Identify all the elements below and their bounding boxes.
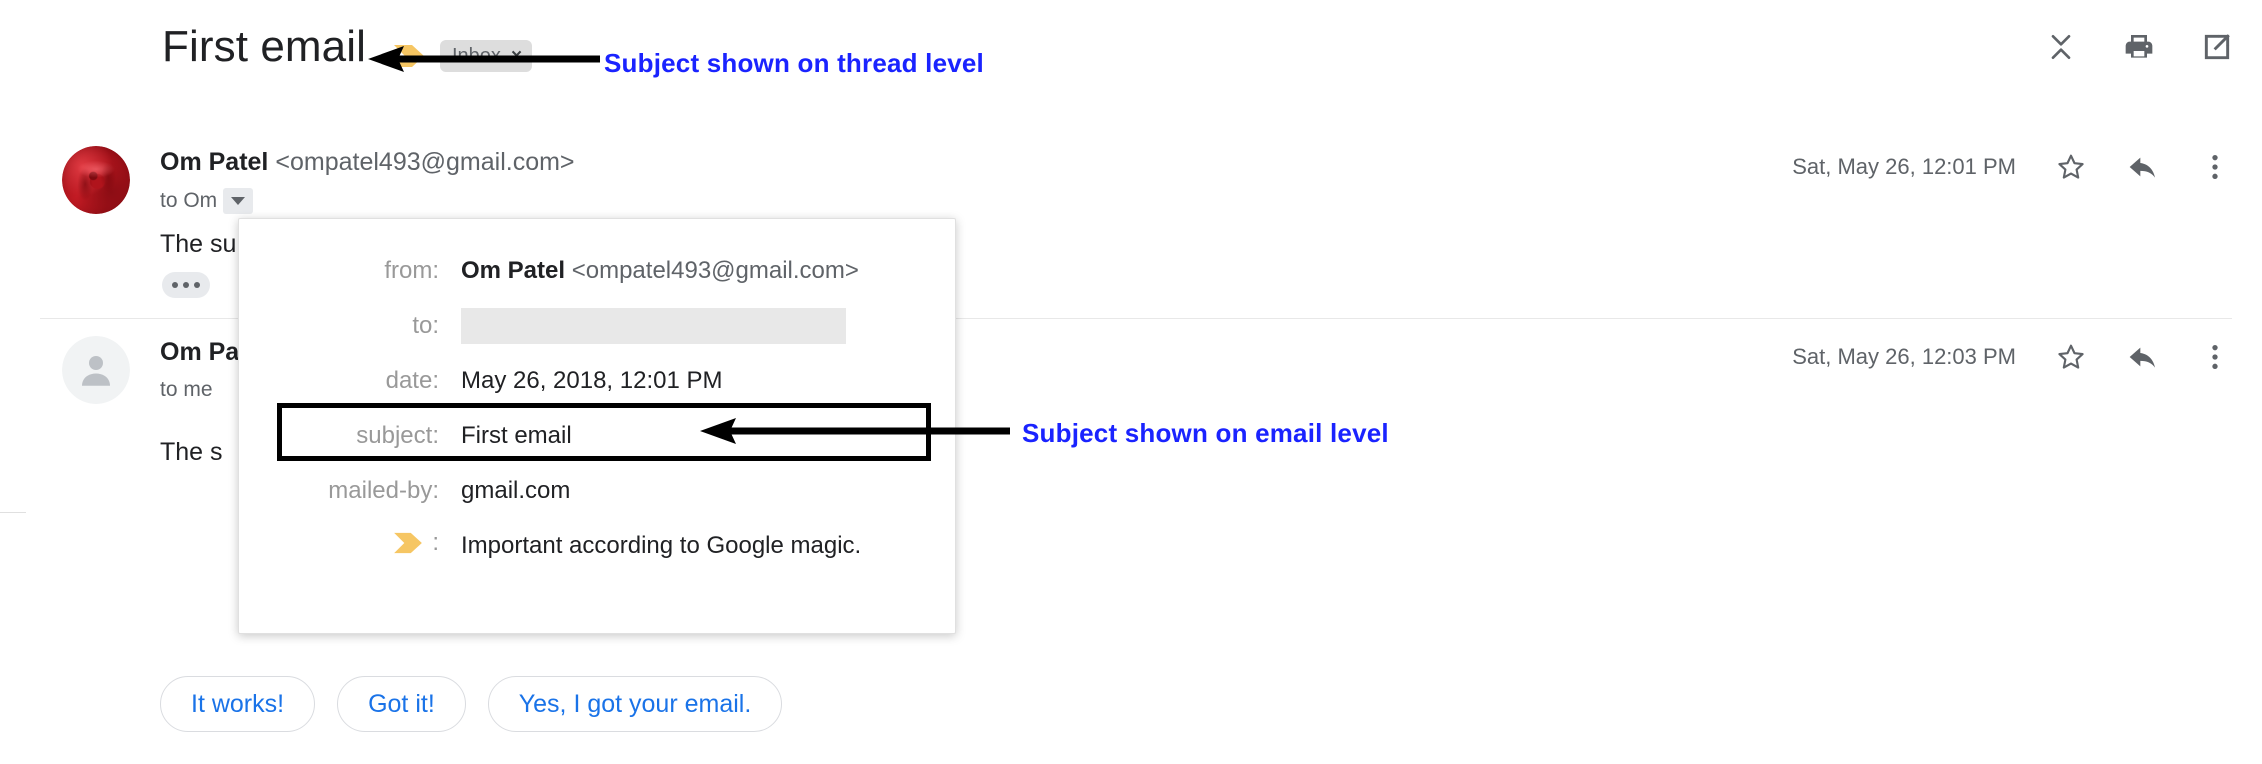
star-icon[interactable] bbox=[2054, 150, 2088, 184]
thread-toolbar bbox=[2044, 30, 2234, 64]
reply-icon[interactable] bbox=[2126, 340, 2160, 374]
smart-reply-bar: It works! Got it! Yes, I got your email. bbox=[160, 676, 783, 732]
sender-email: <ompatel493@gmail.com> bbox=[275, 148, 575, 176]
print-all-icon[interactable] bbox=[2122, 30, 2156, 64]
details-label: : bbox=[239, 518, 461, 573]
rose-avatar bbox=[62, 146, 130, 214]
recipient-label: to Om bbox=[160, 189, 218, 212]
details-value: May 26, 2018, 12:01 PM bbox=[461, 366, 723, 394]
details-row-date: date: May 26, 2018, 12:01 PM bbox=[239, 353, 955, 408]
dot bbox=[194, 282, 200, 288]
details-label: from: bbox=[384, 256, 439, 284]
details-value: Om Patel <ompatel493@gmail.com> bbox=[461, 243, 955, 298]
avatar bbox=[62, 146, 130, 214]
details-row-mailed-by: mailed-by: gmail.com bbox=[239, 463, 955, 518]
thread-header: First email Inbox × bbox=[0, 0, 2262, 96]
left-edge-divider bbox=[0, 512, 26, 513]
annotation-label-thread: Subject shown on thread level bbox=[604, 48, 984, 78]
details-row-importance: : Important according to Google magic. bbox=[239, 518, 955, 573]
details-label: date: bbox=[385, 366, 439, 394]
smart-reply-button[interactable]: Yes, I got your email. bbox=[487, 676, 783, 732]
more-options-icon[interactable] bbox=[2198, 340, 2232, 374]
details-value bbox=[461, 298, 955, 353]
sender-line: Om Patel <ompatel493@gmail.com> bbox=[160, 150, 575, 175]
annotation-arrow-thread bbox=[368, 46, 600, 72]
message-meta: Sat, May 26, 12:01 PM bbox=[1792, 150, 2232, 184]
more-options-icon[interactable] bbox=[2198, 150, 2232, 184]
sender-line: Om Pa bbox=[160, 340, 239, 365]
details-row-to: to: bbox=[239, 298, 955, 353]
redacted-recipient bbox=[461, 307, 846, 344]
collapse-all-icon[interactable] bbox=[2044, 30, 2078, 64]
details-value: gmail.com bbox=[461, 476, 571, 504]
avatar bbox=[62, 336, 130, 404]
message-meta: Sat, May 26, 12:03 PM bbox=[1792, 340, 2232, 374]
importance-colon: : bbox=[432, 529, 439, 556]
reply-icon[interactable] bbox=[2126, 150, 2160, 184]
chevron-down-icon[interactable] bbox=[223, 188, 254, 214]
star-icon[interactable] bbox=[2054, 340, 2088, 374]
recipient-line: to Om bbox=[160, 188, 254, 214]
details-row-from: from: Om Patel <ompatel493@gmail.com> bbox=[239, 243, 955, 298]
importance-marker-icon bbox=[392, 531, 424, 555]
message-body-preview: The s bbox=[160, 438, 223, 466]
message-timestamp: Sat, May 26, 12:01 PM bbox=[1792, 154, 2016, 179]
page-title: First email bbox=[162, 22, 366, 71]
details-label: subject: bbox=[356, 421, 439, 449]
sender-name: Om Pa bbox=[160, 338, 240, 366]
generic-person-avatar bbox=[62, 336, 130, 404]
message-timestamp: Sat, May 26, 12:03 PM bbox=[1792, 344, 2016, 369]
details-value: Important according to Google magic. bbox=[461, 531, 862, 559]
details-table: from: Om Patel <ompatel493@gmail.com> to… bbox=[239, 243, 955, 573]
annotation-label-email: Subject shown on email level bbox=[1022, 418, 1389, 448]
smart-reply-button[interactable]: It works! bbox=[160, 676, 316, 732]
smart-reply-button[interactable]: Got it! bbox=[337, 676, 466, 732]
recipient-label: to me bbox=[160, 378, 213, 401]
annotation-arrow-email bbox=[700, 418, 1010, 444]
details-label: to: bbox=[412, 311, 439, 339]
recipient-line: to me bbox=[160, 378, 213, 402]
open-in-new-window-icon[interactable] bbox=[2200, 30, 2234, 64]
dot bbox=[172, 282, 178, 288]
sender-name: Om Patel bbox=[160, 148, 269, 176]
from-name: Om Patel bbox=[461, 256, 566, 284]
from-email: <ompatel493@gmail.com> bbox=[571, 256, 859, 284]
message-body-preview: The su bbox=[160, 230, 237, 258]
dot bbox=[183, 282, 189, 288]
details-label: mailed-by: bbox=[328, 476, 439, 504]
show-trimmed-content-button[interactable] bbox=[162, 272, 210, 298]
